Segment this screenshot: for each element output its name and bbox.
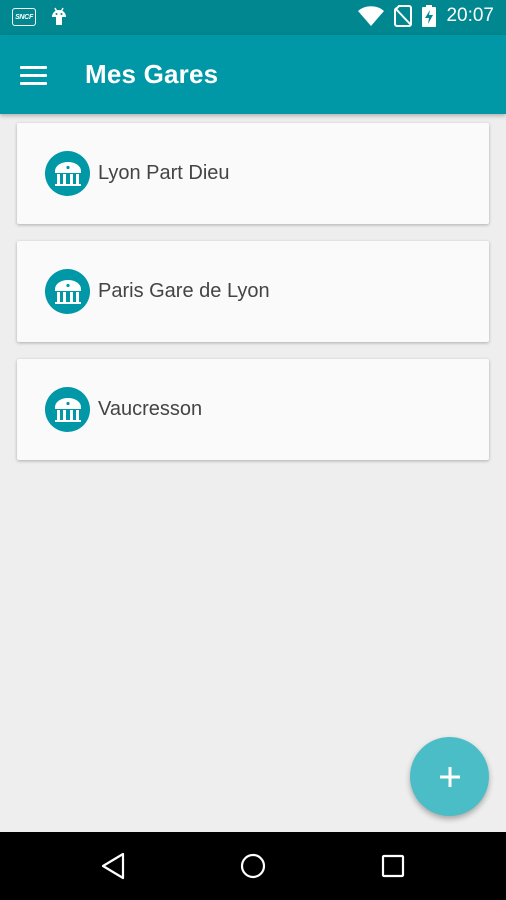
status-time: 20:07 [446,5,494,26]
system-nav-bar [0,832,506,900]
station-card-lyon-part-dieu[interactable]: Lyon Part Dieu [17,123,489,224]
hamburger-menu-icon[interactable] [20,59,58,91]
station-building-icon [45,151,90,196]
sncf-logo-icon: SNCF [12,8,36,26]
station-name: Lyon Part Dieu [98,162,230,184]
wifi-icon [358,6,385,26]
status-left: SNCF [12,7,68,27]
status-bar: SNCF 20:07 [0,0,506,35]
station-name: Paris Gare de Lyon [98,280,270,302]
status-right: 20:07 [358,5,494,27]
station-card-paris-gare-de-lyon[interactable]: Paris Gare de Lyon [17,241,489,342]
back-icon[interactable] [96,849,130,883]
station-building-icon [45,387,90,432]
recents-icon[interactable] [376,849,410,883]
station-building-icon [45,269,90,314]
no-sim-icon [394,5,413,27]
battery-charging-icon [422,5,437,27]
add-station-button[interactable] [410,737,489,816]
page-title: Mes Gares [85,59,219,89]
android-icon [52,7,66,25]
station-list: Lyon Part Dieu Paris Gare de Lyon Vaucre… [17,123,489,477]
station-card-vaucresson[interactable]: Vaucresson [17,359,489,460]
plus-icon [439,766,460,787]
app-bar: Mes Gares [0,35,506,114]
home-icon[interactable] [236,849,270,883]
station-name: Vaucresson [98,398,203,420]
